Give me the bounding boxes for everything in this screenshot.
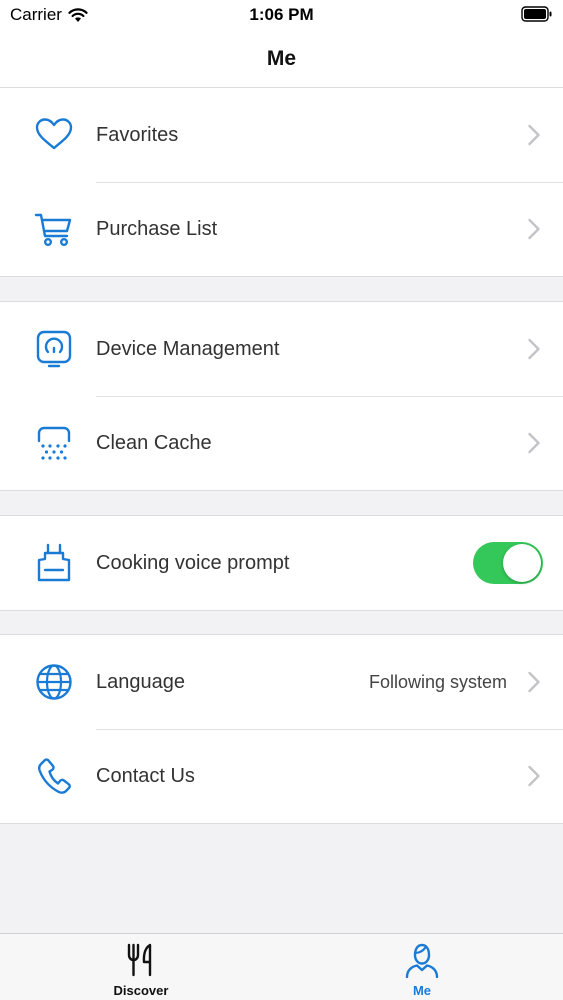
apron-icon [34, 543, 74, 583]
status-bar: Carrier 1:06 PM [0, 0, 563, 30]
voice-prompt-toggle[interactable] [473, 542, 543, 584]
globe-icon [34, 662, 74, 702]
device-icon [34, 329, 74, 369]
wifi-icon [68, 7, 88, 22]
settings-group-2: Device Management Clean Cache [0, 301, 563, 491]
chevron-right-icon [528, 432, 540, 454]
cooking-voice-prompt-row: Cooking voice prompt [0, 516, 563, 610]
tab-me-label: Me [412, 983, 432, 998]
contact-us-label: Contact Us [96, 764, 195, 787]
page-title: Me [266, 46, 297, 70]
chevron-right-icon [528, 671, 540, 693]
utensils-icon [127, 943, 152, 977]
cooking-voice-prompt-label: Cooking voice prompt [96, 551, 290, 574]
settings-group-1: Favorites Purchase List [0, 87, 563, 277]
heart-icon [34, 115, 74, 155]
language-row[interactable]: Language Following system [0, 635, 563, 729]
chevron-right-icon [528, 218, 540, 240]
tab-discover-label: Discover [113, 983, 169, 998]
cart-icon [34, 209, 74, 249]
settings-group-3: Cooking voice prompt [0, 515, 563, 611]
tab-discover[interactable]: Discover [81, 934, 201, 1000]
phone-icon [34, 756, 74, 796]
carrier-label: Carrier [10, 5, 62, 24]
chevron-right-icon [528, 124, 540, 146]
clean-cache-row[interactable]: Clean Cache [0, 396, 563, 490]
carrier: Carrier [10, 5, 88, 25]
contact-us-row[interactable]: Contact Us [0, 729, 563, 823]
clean-cache-label: Clean Cache [96, 431, 212, 454]
person-icon [405, 943, 439, 978]
language-value: Following system [368, 671, 507, 692]
device-management-row[interactable]: Device Management [0, 302, 563, 396]
tab-me[interactable]: Me [362, 934, 482, 1000]
tab-bar: Discover Me [0, 933, 563, 1000]
purchase-list-row[interactable]: Purchase List [0, 182, 563, 276]
clean-cache-icon [34, 423, 74, 463]
chevron-right-icon [528, 338, 540, 360]
chevron-right-icon [528, 765, 540, 787]
favorites-row[interactable]: Favorites [0, 88, 563, 182]
device-management-label: Device Management [96, 337, 280, 360]
favorites-label: Favorites [96, 123, 179, 146]
language-label: Language [96, 670, 185, 693]
battery-icon [521, 6, 552, 22]
settings-group-4: Language Following system Contact Us [0, 634, 563, 824]
toggle-knob [503, 544, 541, 582]
nav-bar: Me [0, 30, 563, 88]
purchase-list-label: Purchase List [96, 217, 218, 240]
